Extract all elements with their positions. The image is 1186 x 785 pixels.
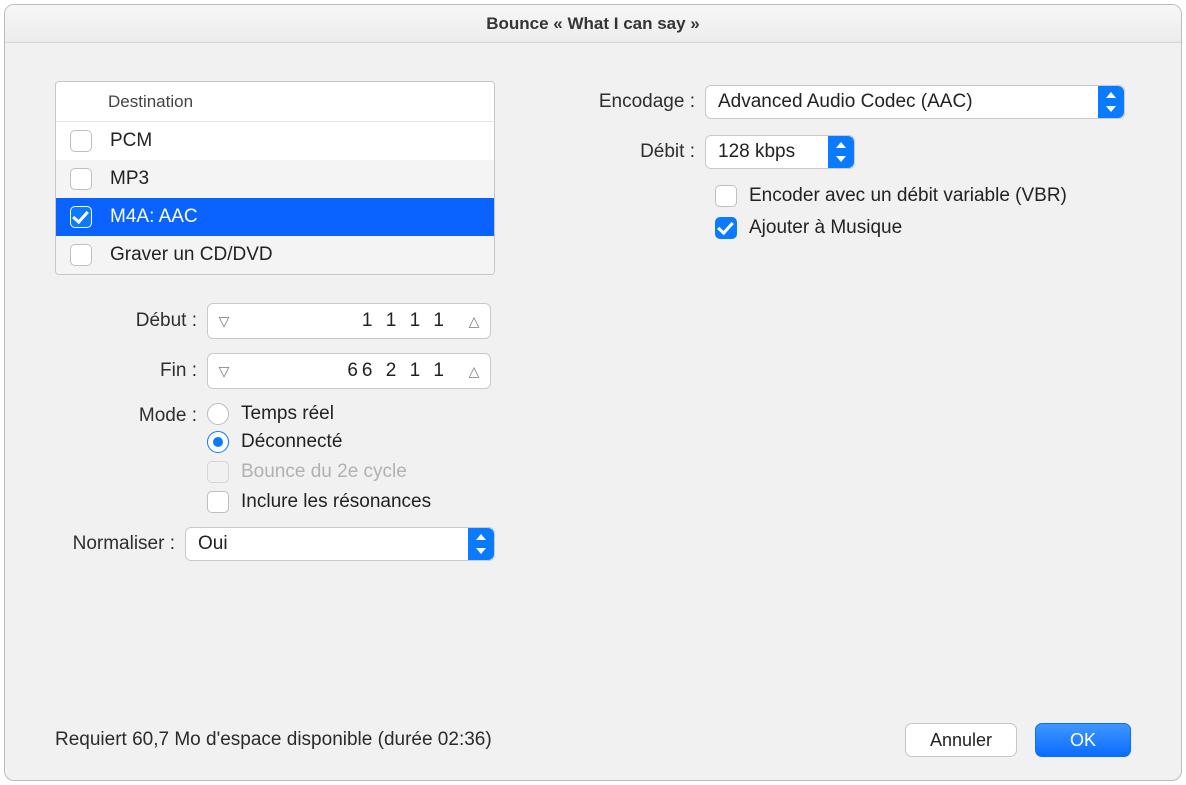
destination-row-cddvd[interactable]: Graver un CD/DVD — [56, 236, 494, 274]
start-label: Début : — [55, 310, 207, 332]
vbr-checkbox[interactable] — [715, 185, 737, 207]
encoding-value: Advanced Audio Codec (AAC) — [718, 91, 1098, 113]
popup-stepper-icon[interactable] — [468, 528, 494, 560]
destination-label: PCM — [110, 130, 152, 152]
mode-option-offline[interactable]: Déconnecté — [241, 431, 342, 453]
end-position-field[interactable]: ▽ 66 2 1 1 △ — [207, 353, 491, 389]
space-required-status: Requiert 60,7 Mo d'espace disponible (du… — [55, 729, 492, 751]
chevron-down-icon[interactable]: ▽ — [214, 363, 234, 380]
dialog-footer: Requiert 60,7 Mo d'espace disponible (du… — [5, 700, 1181, 780]
start-position-field[interactable]: ▽ 1 1 1 1 △ — [207, 303, 491, 339]
end-label: Fin : — [55, 360, 207, 382]
destination-checkbox-cddvd[interactable] — [70, 244, 92, 266]
mode-radio-offline[interactable] — [207, 431, 229, 453]
chevron-up-icon[interactable]: △ — [464, 363, 484, 380]
destination-row-pcm[interactable]: PCM — [56, 122, 494, 160]
destination-checkbox-mp3[interactable] — [70, 168, 92, 190]
normalize-label: Normaliser : — [55, 533, 185, 555]
popup-stepper-icon[interactable] — [1098, 86, 1124, 118]
bitrate-popup[interactable]: 128 kbps — [705, 135, 855, 169]
destination-checkbox-m4a[interactable] — [70, 206, 92, 228]
mode-option-realtime[interactable]: Temps réel — [241, 403, 334, 425]
dialog-title: Bounce « What I can say » — [5, 5, 1181, 43]
bitrate-value: 128 kbps — [718, 141, 828, 163]
destination-label: MP3 — [110, 168, 149, 190]
vbr-label[interactable]: Encoder avec un débit variable (VBR) — [749, 185, 1067, 207]
popup-stepper-icon[interactable] — [828, 136, 854, 168]
destination-header: Destination — [56, 82, 494, 122]
destination-row-mp3[interactable]: MP3 — [56, 160, 494, 198]
include-tails-checkbox[interactable] — [207, 491, 229, 513]
ok-button[interactable]: OK — [1035, 723, 1131, 757]
second-cycle-label: Bounce du 2e cycle — [241, 461, 407, 483]
add-to-music-checkbox[interactable] — [715, 217, 737, 239]
mode-label: Mode : — [55, 403, 207, 427]
normalize-value: Oui — [198, 533, 468, 555]
destination-row-m4a[interactable]: M4A: AAC — [56, 198, 494, 236]
bitrate-label: Débit : — [555, 141, 705, 163]
add-to-music-label[interactable]: Ajouter à Musique — [749, 217, 902, 239]
normalize-popup[interactable]: Oui — [185, 527, 495, 561]
second-cycle-checkbox — [207, 461, 229, 483]
include-tails-label[interactable]: Inclure les résonances — [241, 491, 431, 513]
destination-checkbox-pcm[interactable] — [70, 130, 92, 152]
mode-radio-realtime[interactable] — [207, 403, 229, 425]
start-position-value[interactable]: 1 1 1 1 — [234, 310, 464, 332]
encoding-popup[interactable]: Advanced Audio Codec (AAC) — [705, 85, 1125, 119]
chevron-up-icon[interactable]: △ — [464, 313, 484, 330]
destination-label: M4A: AAC — [110, 206, 198, 228]
bounce-dialog: Bounce « What I can say » Destination PC… — [4, 4, 1182, 781]
destination-list: Destination PCM MP3 M4A: AAC Graver un C… — [55, 81, 495, 275]
chevron-down-icon[interactable]: ▽ — [214, 313, 234, 330]
end-position-value[interactable]: 66 2 1 1 — [234, 360, 464, 382]
encoding-label: Encodage : — [555, 91, 705, 113]
destination-label: Graver un CD/DVD — [110, 244, 273, 266]
cancel-button[interactable]: Annuler — [905, 723, 1017, 757]
